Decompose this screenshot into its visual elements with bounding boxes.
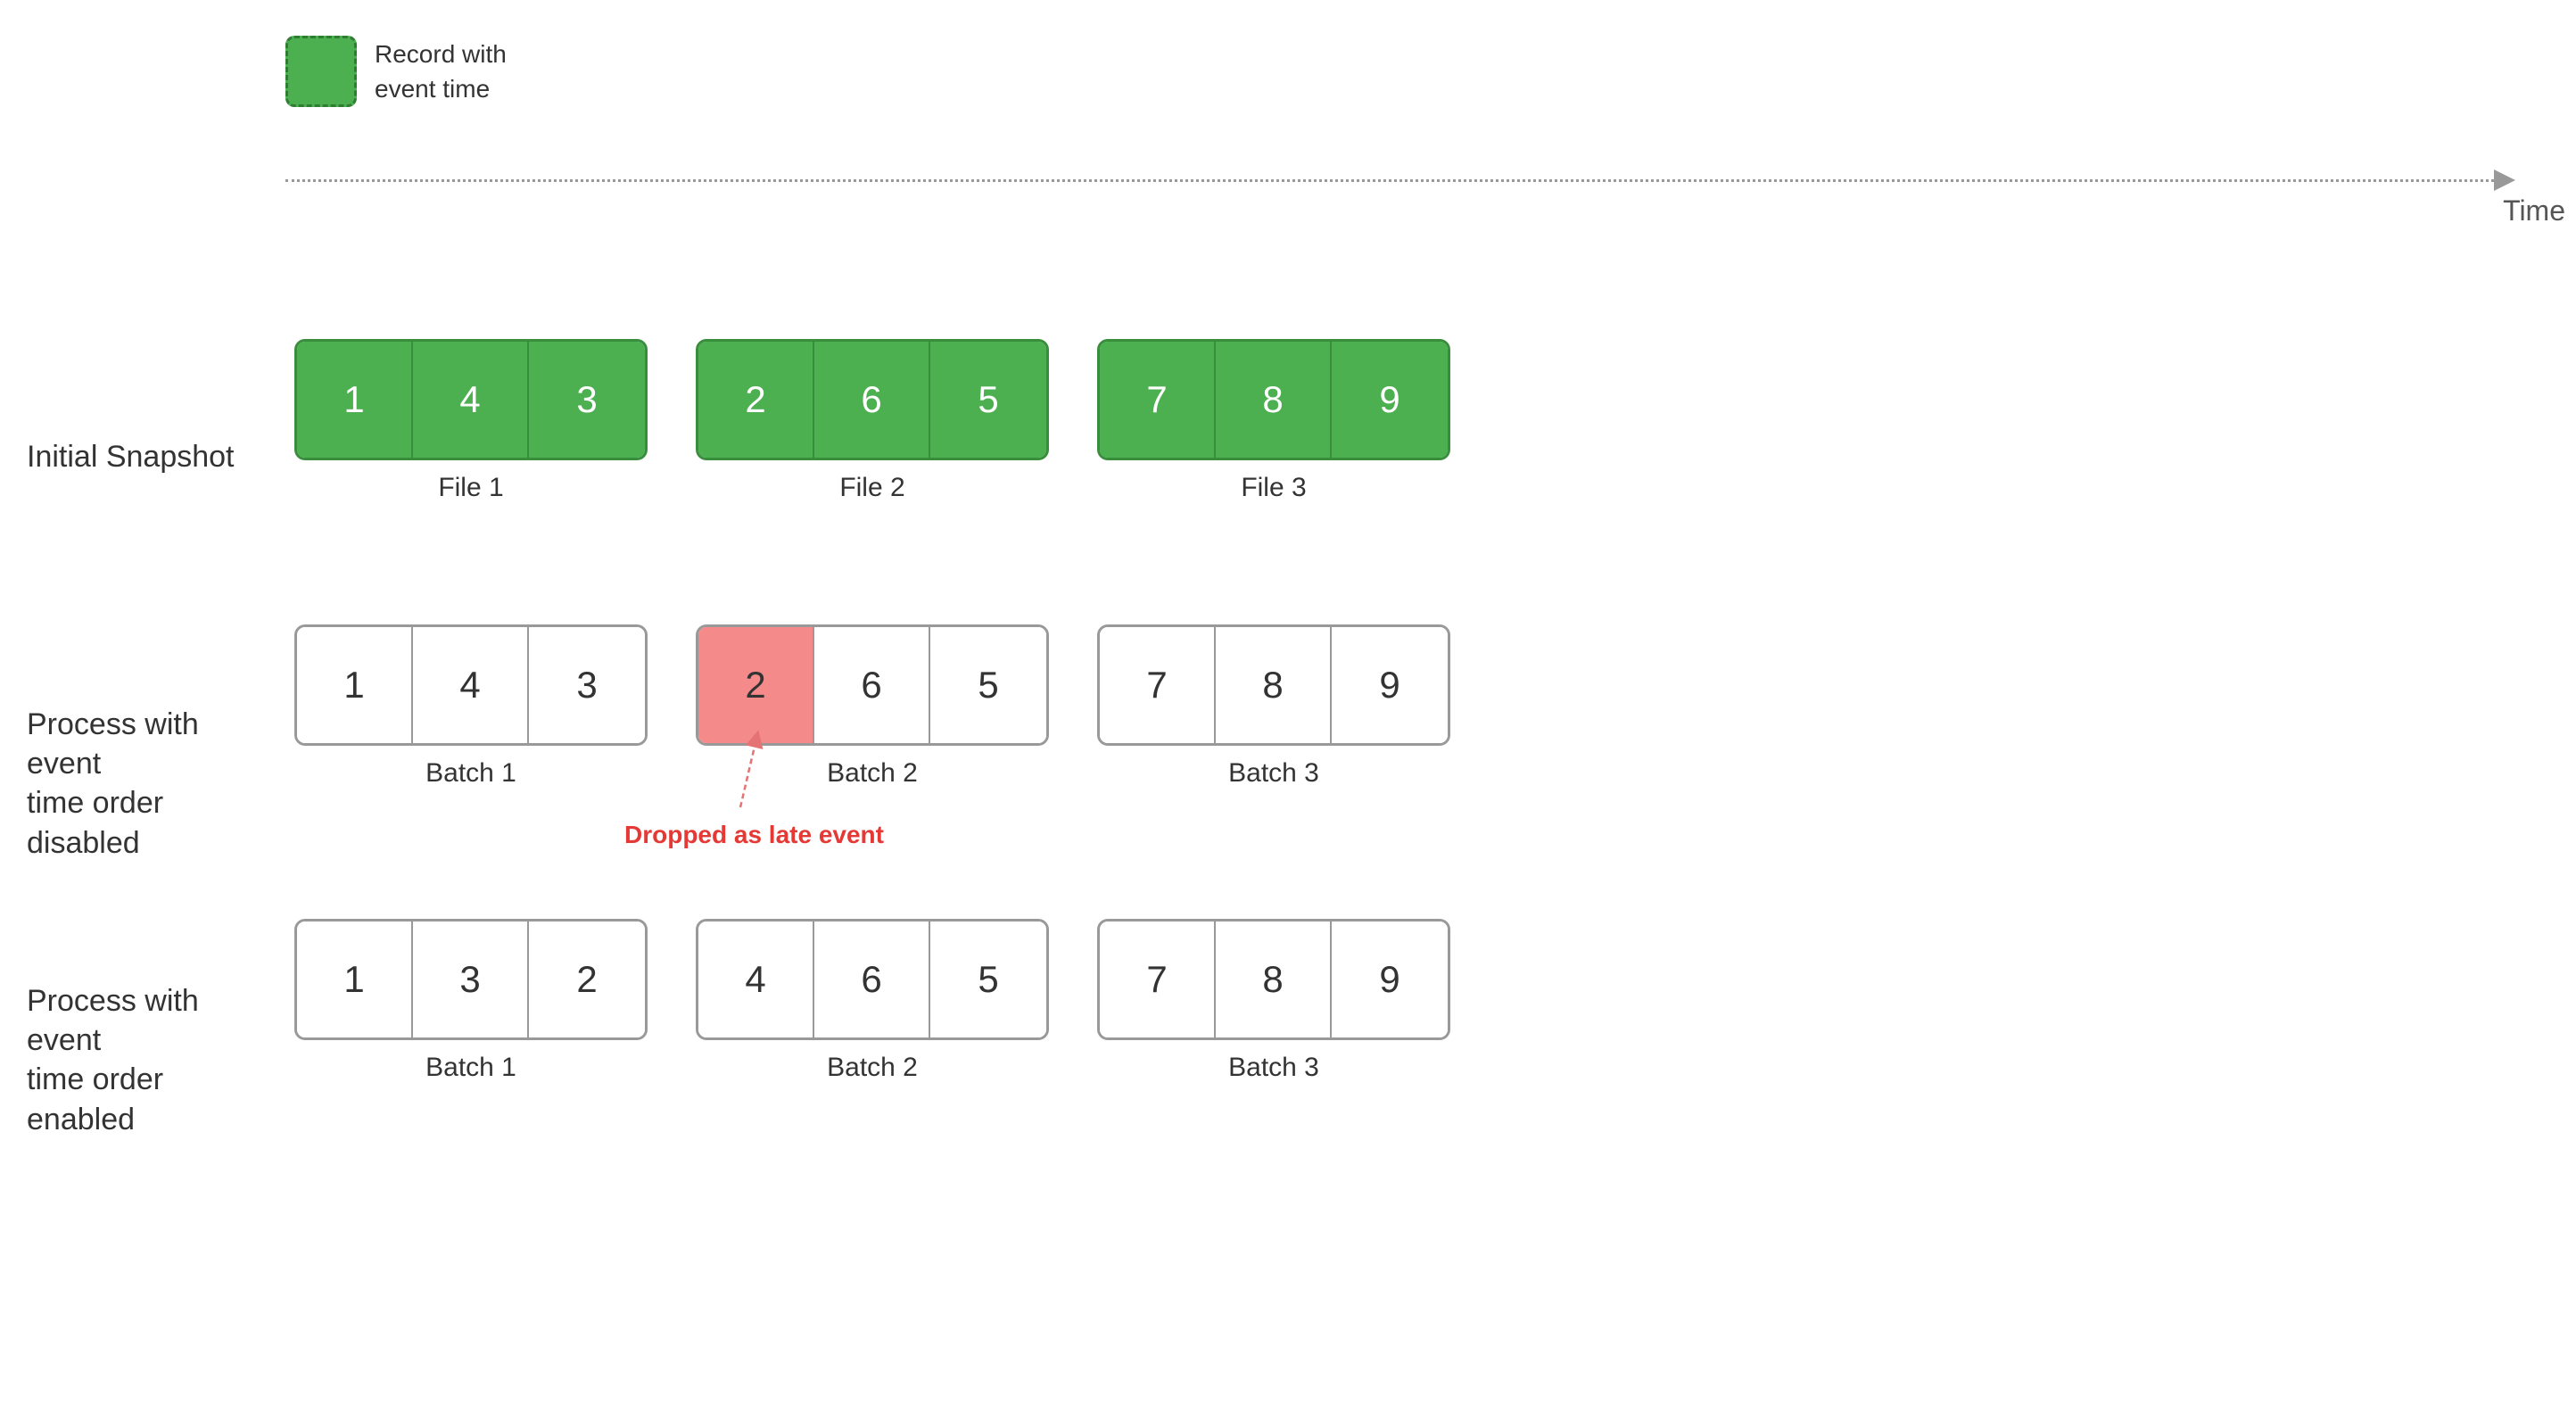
label-batch3-enabled: Batch 3: [1228, 1053, 1319, 1083]
legend: Record with event time: [285, 36, 507, 107]
cell-file1-3: 3: [529, 342, 645, 458]
group-file3: 7 8 9 File 3: [1097, 339, 1450, 503]
cell-b2e-1: 4: [698, 922, 814, 1037]
cell-b3e-2: 8: [1216, 922, 1332, 1037]
cell-file2-1: 2: [698, 342, 814, 458]
records-file1: 1 4 3: [294, 339, 648, 460]
timeline-line: Time: [285, 179, 2494, 182]
cell-file3-1: 7: [1100, 342, 1216, 458]
group-batch2-enabled: 4 6 5 Batch 2: [696, 919, 1049, 1083]
dropped-arrow-svg: [624, 731, 856, 830]
group-file2: 2 6 5 File 2: [696, 339, 1049, 503]
cell-file2-2: 6: [814, 342, 930, 458]
cell-file1-1: 1: [297, 342, 413, 458]
cell-file2-3: 5: [930, 342, 1046, 458]
records-batch2-disabled: 2 6 5: [696, 624, 1049, 746]
records-batch1-enabled: 1 3 2: [294, 919, 648, 1040]
row-label-enabled: Process with eventtime order enabled: [27, 981, 259, 1139]
label-file3: File 3: [1241, 473, 1306, 503]
label-batch3-disabled: Batch 3: [1228, 758, 1319, 789]
cell-b1d-2: 4: [413, 627, 529, 743]
group-batch1-enabled: 1 3 2 Batch 1: [294, 919, 648, 1083]
cell-b3d-1: 7: [1100, 627, 1216, 743]
records-batch3-enabled: 7 8 9: [1097, 919, 1450, 1040]
row-label-disabled: Process with eventtime order disabled: [27, 705, 259, 863]
cell-b3e-3: 9: [1332, 922, 1448, 1037]
group-batch1-disabled: 1 4 3 Batch 1: [294, 624, 648, 789]
records-file2: 2 6 5: [696, 339, 1049, 460]
cell-b2e-3: 5: [930, 922, 1046, 1037]
cell-file3-2: 8: [1216, 342, 1332, 458]
cell-b3d-2: 8: [1216, 627, 1332, 743]
group-file1: 1 4 3 File 1: [294, 339, 648, 503]
cell-b2e-2: 6: [814, 922, 930, 1037]
label-batch2-enabled: Batch 2: [827, 1053, 918, 1083]
row-label-initial-snapshot: Initial Snapshot: [27, 437, 259, 476]
group-batch3-enabled: 7 8 9 Batch 3: [1097, 919, 1450, 1083]
cell-b1e-2: 3: [413, 922, 529, 1037]
timeline: Time: [285, 178, 2515, 182]
timeline-label: Time: [2503, 194, 2565, 227]
cell-b3d-3: 9: [1332, 627, 1448, 743]
cell-b1e-3: 2: [529, 922, 645, 1037]
records-batch2-enabled: 4 6 5: [696, 919, 1049, 1040]
dropped-label: Dropped as late event: [624, 821, 884, 849]
cell-file3-3: 9: [1332, 342, 1448, 458]
group-batch3-disabled: 7 8 9 Batch 3: [1097, 624, 1450, 789]
cell-b2d-2: 6: [814, 627, 930, 743]
cell-b2d-3: 5: [930, 627, 1046, 743]
diagram-container: Record with event time Time Initial Snap…: [0, 0, 2576, 1405]
cell-b1d-3: 3: [529, 627, 645, 743]
records-file3: 7 8 9: [1097, 339, 1450, 460]
label-file1: File 1: [438, 473, 503, 503]
label-file2: File 2: [839, 473, 904, 503]
records-batch1-disabled: 1 4 3: [294, 624, 648, 746]
legend-record-box: [285, 36, 357, 107]
cell-b3e-1: 7: [1100, 922, 1216, 1037]
legend-text: Record with event time: [375, 37, 507, 106]
label-batch1-disabled: Batch 1: [425, 758, 516, 789]
cell-file1-2: 4: [413, 342, 529, 458]
timeline-arrow: [2494, 169, 2515, 191]
cell-b1d-1: 1: [297, 627, 413, 743]
records-batch3-disabled: 7 8 9: [1097, 624, 1450, 746]
label-batch1-enabled: Batch 1: [425, 1053, 516, 1083]
cell-b1e-1: 1: [297, 922, 413, 1037]
cell-b2d-pink: 2: [698, 627, 814, 743]
